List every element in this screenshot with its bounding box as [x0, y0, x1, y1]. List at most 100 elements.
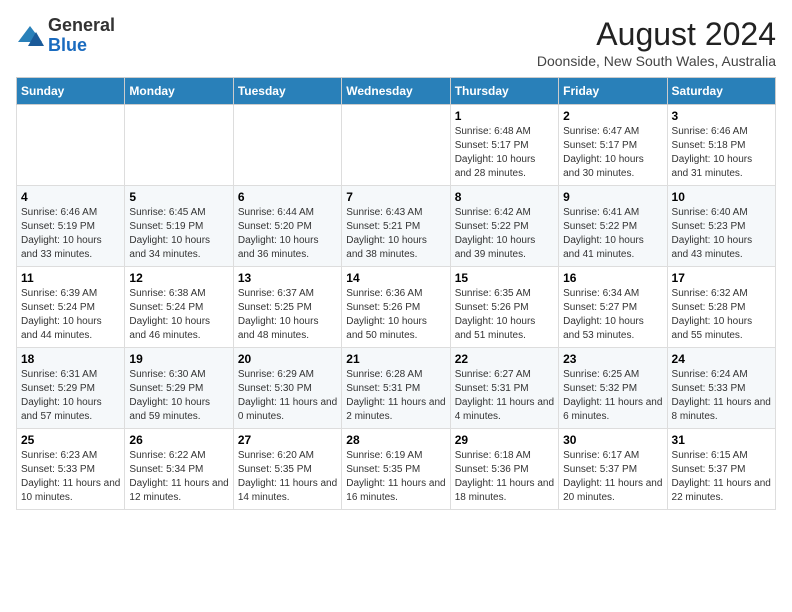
calendar-cell: [17, 105, 125, 186]
day-number: 29: [455, 433, 554, 447]
weekday-header-row: SundayMondayTuesdayWednesdayThursdayFrid…: [17, 78, 776, 105]
day-detail: Sunrise: 6:25 AMSunset: 5:32 PMDaylight:…: [563, 368, 662, 424]
day-number: 4: [21, 190, 120, 204]
calendar-cell: 15Sunrise: 6:35 AMSunset: 5:26 PMDayligh…: [450, 267, 558, 348]
calendar-week-4: 18 Sunrise: 6:31 AMSunset: 5:29 PMDayligh…: [17, 348, 776, 429]
calendar-cell: 24Sunrise: 6:24 AMSunset: 5:33 PMDayligh…: [667, 348, 775, 429]
calendar-cell: 4 Sunrise: 6:46 AMSunset: 5:19 PMDaylight…: [17, 186, 125, 267]
calendar-cell: 12Sunrise: 6:38 AMSunset: 5:24 PMDayligh…: [125, 267, 233, 348]
day-detail: Sunrise: 6:41 AMSunset: 5:22 PMDaylight:…: [563, 206, 662, 262]
day-number: 24: [672, 352, 771, 366]
calendar-cell: 26Sunrise: 6:22 AMSunset: 5:34 PMDayligh…: [125, 429, 233, 510]
day-detail: Sunrise: 6:48 AMSunset: 5:17 PMDaylight:…: [455, 125, 554, 181]
calendar-cell: 14 Sunrise: 6:36 AMSunset: 5:26 PMDayligh…: [342, 267, 450, 348]
day-detail: Sunrise: 6:28 AMSunset: 5:31 PMDaylight:…: [346, 368, 445, 424]
calendar-cell: 1 Sunrise: 6:48 AMSunset: 5:17 PMDaylight…: [450, 105, 558, 186]
day-detail: Sunrise: 6:22 AMSunset: 5:34 PMDaylight:…: [129, 449, 228, 505]
calendar-cell: 22 Sunrise: 6:27 AMSunset: 5:31 PMDayligh…: [450, 348, 558, 429]
calendar-cell: 31Sunrise: 6:15 AMSunset: 5:37 PMDayligh…: [667, 429, 775, 510]
day-detail: Sunrise: 6:19 AMSunset: 5:35 PMDaylight:…: [346, 449, 445, 505]
day-number: 1: [455, 109, 554, 123]
day-detail: Sunrise: 6:31 AMSunset: 5:29 PMDaylight:…: [21, 368, 120, 424]
day-detail: Sunrise: 6:17 AMSunset: 5:37 PMDaylight:…: [563, 449, 662, 505]
day-number: 7: [346, 190, 445, 204]
calendar-cell: 7 Sunrise: 6:43 AMSunset: 5:21 PMDaylight…: [342, 186, 450, 267]
day-detail: Sunrise: 6:23 AMSunset: 5:33 PMDaylight:…: [21, 449, 120, 505]
day-number: 6: [238, 190, 337, 204]
day-number: 22: [455, 352, 554, 366]
calendar-cell: 5 Sunrise: 6:45 AMSunset: 5:19 PMDaylight…: [125, 186, 233, 267]
calendar-cell: 9 Sunrise: 6:41 AMSunset: 5:22 PMDaylight…: [559, 186, 667, 267]
calendar-week-3: 11Sunrise: 6:39 AMSunset: 5:24 PMDayligh…: [17, 267, 776, 348]
weekday-header-friday: Friday: [559, 78, 667, 105]
day-number: 19: [129, 352, 228, 366]
weekday-header-saturday: Saturday: [667, 78, 775, 105]
day-number: 5: [129, 190, 228, 204]
calendar-table: SundayMondayTuesdayWednesdayThursdayFrid…: [16, 77, 776, 510]
day-number: 11: [21, 271, 120, 285]
day-number: 10: [672, 190, 771, 204]
calendar-cell: [125, 105, 233, 186]
day-number: 18: [21, 352, 120, 366]
day-number: 14: [346, 271, 445, 285]
calendar-cell: 19 Sunrise: 6:30 AMSunset: 5:29 PMDayligh…: [125, 348, 233, 429]
weekday-header-thursday: Thursday: [450, 78, 558, 105]
weekday-header-wednesday: Wednesday: [342, 78, 450, 105]
day-detail: Sunrise: 6:46 AMSunset: 5:18 PMDaylight:…: [672, 125, 771, 181]
day-number: 16: [563, 271, 662, 285]
day-number: 9: [563, 190, 662, 204]
calendar-cell: 21Sunrise: 6:28 AMSunset: 5:31 PMDayligh…: [342, 348, 450, 429]
day-number: 2: [563, 109, 662, 123]
day-detail: Sunrise: 6:36 AMSunset: 5:26 PMDaylight:…: [346, 287, 445, 343]
day-detail: Sunrise: 6:42 AMSunset: 5:22 PMDaylight:…: [455, 206, 554, 262]
logo-blue: Blue: [48, 35, 87, 55]
calendar-cell: 27 Sunrise: 6:20 AMSunset: 5:35 PMDayligh…: [233, 429, 341, 510]
day-detail: Sunrise: 6:38 AMSunset: 5:24 PMDaylight:…: [129, 287, 228, 343]
calendar-cell: 30 Sunrise: 6:17 AMSunset: 5:37 PMDayligh…: [559, 429, 667, 510]
calendar-cell: 23Sunrise: 6:25 AMSunset: 5:32 PMDayligh…: [559, 348, 667, 429]
calendar-cell: [342, 105, 450, 186]
day-detail: Sunrise: 6:30 AMSunset: 5:29 PMDaylight:…: [129, 368, 228, 424]
day-detail: Sunrise: 6:20 AMSunset: 5:35 PMDaylight:…: [238, 449, 337, 505]
day-number: 15: [455, 271, 554, 285]
calendar-cell: 10 Sunrise: 6:40 AMSunset: 5:23 PMDayligh…: [667, 186, 775, 267]
day-number: 13: [238, 271, 337, 285]
day-number: 27: [238, 433, 337, 447]
day-detail: Sunrise: 6:47 AMSunset: 5:17 PMDaylight:…: [563, 125, 662, 181]
logo: General Blue: [16, 16, 115, 56]
day-number: 25: [21, 433, 120, 447]
calendar-week-1: 1 Sunrise: 6:48 AMSunset: 5:17 PMDaylight…: [17, 105, 776, 186]
calendar-cell: 8 Sunrise: 6:42 AMSunset: 5:22 PMDaylight…: [450, 186, 558, 267]
day-detail: Sunrise: 6:37 AMSunset: 5:25 PMDaylight:…: [238, 287, 337, 343]
day-number: 8: [455, 190, 554, 204]
calendar-cell: 3 Sunrise: 6:46 AMSunset: 5:18 PMDaylight…: [667, 105, 775, 186]
weekday-header-tuesday: Tuesday: [233, 78, 341, 105]
day-detail: Sunrise: 6:46 AMSunset: 5:19 PMDaylight:…: [21, 206, 120, 262]
day-detail: Sunrise: 6:15 AMSunset: 5:37 PMDaylight:…: [672, 449, 771, 505]
day-detail: Sunrise: 6:29 AMSunset: 5:30 PMDaylight:…: [238, 368, 337, 424]
day-detail: Sunrise: 6:45 AMSunset: 5:19 PMDaylight:…: [129, 206, 228, 262]
day-number: 30: [563, 433, 662, 447]
day-detail: Sunrise: 6:43 AMSunset: 5:21 PMDaylight:…: [346, 206, 445, 262]
calendar-cell: 28Sunrise: 6:19 AMSunset: 5:35 PMDayligh…: [342, 429, 450, 510]
calendar-cell: 29Sunrise: 6:18 AMSunset: 5:36 PMDayligh…: [450, 429, 558, 510]
page-header: General Blue August 2024 Doonside, New S…: [16, 16, 776, 69]
calendar-cell: 25 Sunrise: 6:23 AMSunset: 5:33 PMDayligh…: [17, 429, 125, 510]
calendar-cell: 6 Sunrise: 6:44 AMSunset: 5:20 PMDaylight…: [233, 186, 341, 267]
weekday-header-monday: Monday: [125, 78, 233, 105]
day-number: 3: [672, 109, 771, 123]
day-detail: Sunrise: 6:40 AMSunset: 5:23 PMDaylight:…: [672, 206, 771, 262]
weekday-header-sunday: Sunday: [17, 78, 125, 105]
calendar-cell: 18 Sunrise: 6:31 AMSunset: 5:29 PMDayligh…: [17, 348, 125, 429]
logo-general: General: [48, 15, 115, 35]
day-detail: Sunrise: 6:27 AMSunset: 5:31 PMDaylight:…: [455, 368, 554, 424]
calendar-cell: 17 Sunrise: 6:32 AMSunset: 5:28 PMDayligh…: [667, 267, 775, 348]
calendar-week-5: 25 Sunrise: 6:23 AMSunset: 5:33 PMDayligh…: [17, 429, 776, 510]
day-number: 17: [672, 271, 771, 285]
logo-text: General Blue: [48, 16, 115, 56]
day-number: 20: [238, 352, 337, 366]
calendar-cell: 11Sunrise: 6:39 AMSunset: 5:24 PMDayligh…: [17, 267, 125, 348]
day-detail: Sunrise: 6:44 AMSunset: 5:20 PMDaylight:…: [238, 206, 337, 262]
logo-icon: [16, 22, 44, 50]
day-detail: Sunrise: 6:32 AMSunset: 5:28 PMDaylight:…: [672, 287, 771, 343]
